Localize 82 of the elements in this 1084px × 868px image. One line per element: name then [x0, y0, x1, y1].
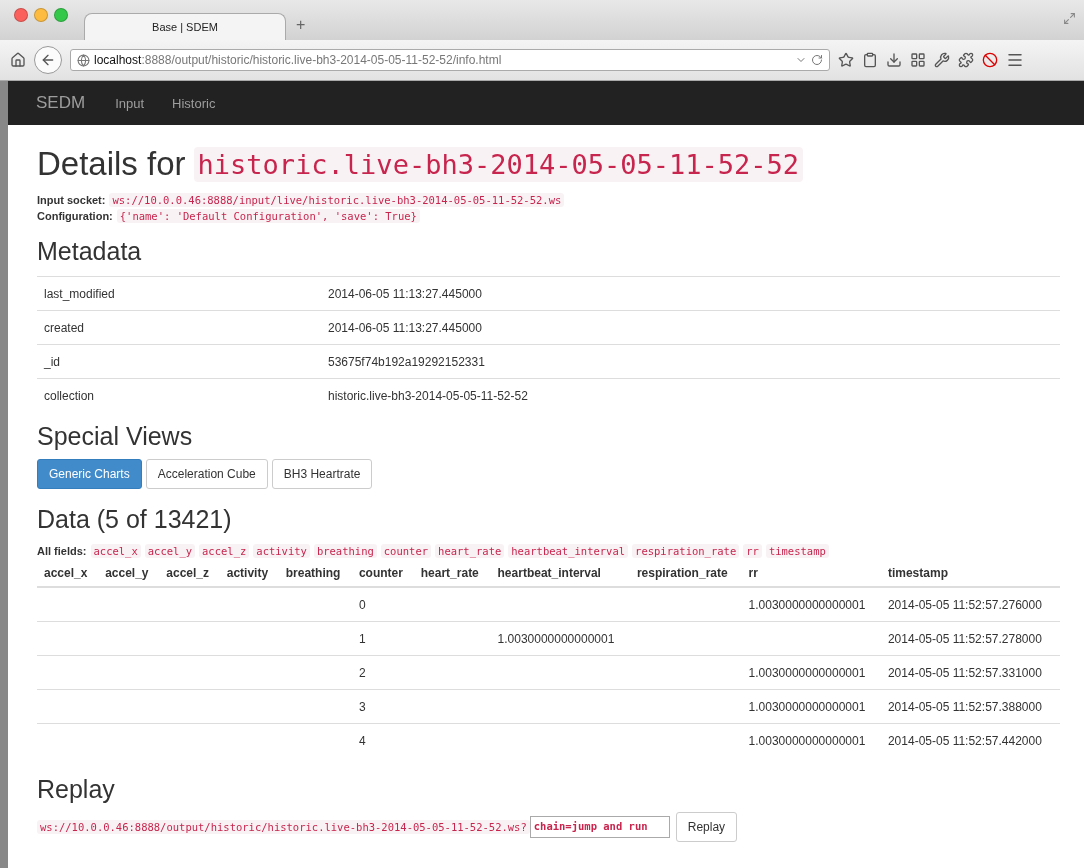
table-cell: last_modified [37, 276, 321, 311]
field-tag: accel_x [90, 544, 141, 558]
back-icon [40, 52, 56, 68]
browser-tab[interactable]: Base | SDEM [84, 13, 286, 40]
table-cell: _id [37, 344, 321, 379]
column-header: accel_x [37, 560, 99, 587]
section-heading: Metadata [37, 237, 143, 266]
fullscreen-icon[interactable] [1063, 12, 1076, 25]
column-header: activity [219, 560, 279, 587]
view-button[interactable]: Generic Charts [37, 459, 142, 489]
column-header: timestamp [880, 560, 1060, 587]
address-bar[interactable]: localhost:8888/output/historic/historic.live-bh3-2014-05-05-11-52-52/info.html [70, 49, 830, 71]
table-cell: 1.0030000000000001 [497, 631, 615, 646]
table-cell: 53675f74b192a19292152331 [321, 344, 1060, 379]
query-field[interactable]: chain=jump_and_run [529, 816, 670, 838]
collection-name: historic.live-bh3-2014-05-05-11-52-52 [193, 146, 803, 182]
field-tag: rr [743, 544, 762, 558]
section-heading: Data (5 of 13421) [37, 505, 233, 534]
table-cell: 2 [358, 665, 366, 680]
info-label: Configuration: [37, 210, 113, 222]
field-tag: activity [253, 544, 310, 558]
field-tag: accel_y [144, 544, 196, 558]
table-cell: created [37, 310, 321, 345]
column-header: heart_rate [413, 560, 491, 587]
table-cell: 1.0030000000000001 [748, 597, 866, 612]
table-cell: 2014-05-05 11:52:57.278000 [887, 631, 1042, 646]
field-tag: breathing [313, 544, 377, 558]
table-cell: 1.0030000000000001 [748, 733, 866, 748]
table-cell: 4 [358, 733, 366, 748]
column-header: accel_z [159, 560, 220, 587]
section-heading: Special Views [37, 422, 194, 451]
new-tab-button[interactable]: + [296, 16, 306, 34]
field-tag: heart_rate [435, 544, 505, 558]
zoom-window-button[interactable] [54, 8, 68, 22]
table-cell: 3 [358, 699, 366, 714]
table-cell: 2014-06-05 11:13:27.445000 [321, 310, 1060, 345]
info-value: ws://10.0.0.46:8888/input/live/historic.live-bh3-2014-05-05-11-52-52.ws [109, 193, 565, 207]
nav-link[interactable]: Historic [172, 95, 216, 111]
field-tag: timestamp [765, 544, 829, 558]
view-button[interactable]: Acceleration Cube [145, 459, 268, 489]
table-cell: 1.0030000000000001 [748, 665, 866, 680]
grid-icon[interactable] [910, 52, 926, 68]
page-title: Details for [37, 145, 186, 183]
table-cell: 1 [358, 631, 366, 646]
table-cell: collection [37, 378, 321, 412]
info-label: Input socket: [37, 194, 106, 206]
table-cell: 2014-05-05 11:52:57.276000 [887, 597, 1042, 612]
star-icon[interactable] [838, 52, 854, 68]
column-header: heartbeat_interval [490, 560, 630, 587]
fields-label: All fields: [37, 545, 87, 557]
column-header: counter [351, 560, 414, 587]
puzzle-icon[interactable] [958, 52, 974, 68]
replay-button[interactable]: Replay [675, 812, 738, 842]
clipboard-icon[interactable] [862, 52, 878, 68]
field-tag: counter [380, 544, 432, 558]
column-header: rr [741, 560, 881, 587]
field-tag: heartbeat_interval [508, 544, 629, 558]
column-header: breathing [278, 560, 352, 587]
table-cell: 2014-05-05 11:52:57.442000 [887, 733, 1042, 748]
wrench-icon[interactable] [934, 52, 950, 68]
replay-url: ws://10.0.0.46:8888/output/historic/historic.live-bh3-2014-05-05-11-52-52.ws? [37, 820, 530, 834]
stop-icon[interactable] [982, 52, 998, 68]
nav-link[interactable]: Input [115, 95, 145, 111]
table-cell: 2014-05-05 11:52:57.331000 [887, 665, 1042, 680]
menu-icon[interactable] [1006, 51, 1024, 69]
close-window-button[interactable] [14, 8, 28, 22]
table-cell: 0 [358, 597, 366, 612]
field-tag: accel_z [199, 544, 250, 558]
info-value: {'name': 'Default Configuration', 'save': True} [116, 209, 420, 223]
table-cell: historic.live-bh3-2014-05-05-11-52-52 [321, 378, 1060, 412]
download-icon[interactable] [886, 52, 902, 68]
table-cell: 1.0030000000000001 [748, 699, 866, 714]
table-cell: 2014-06-05 11:13:27.445000 [321, 276, 1060, 311]
home-icon[interactable] [10, 52, 26, 68]
field-tag: respiration_rate [632, 544, 740, 558]
view-button[interactable]: BH3 Heartrate [271, 459, 373, 489]
table-cell: 2014-05-05 11:52:57.388000 [887, 699, 1042, 714]
back-button[interactable] [34, 46, 62, 74]
navbar-brand[interactable]: SEDM [36, 93, 86, 113]
section-heading: Replay [37, 775, 116, 804]
column-header: accel_y [98, 560, 160, 587]
column-header: respiration_rate [629, 560, 742, 587]
